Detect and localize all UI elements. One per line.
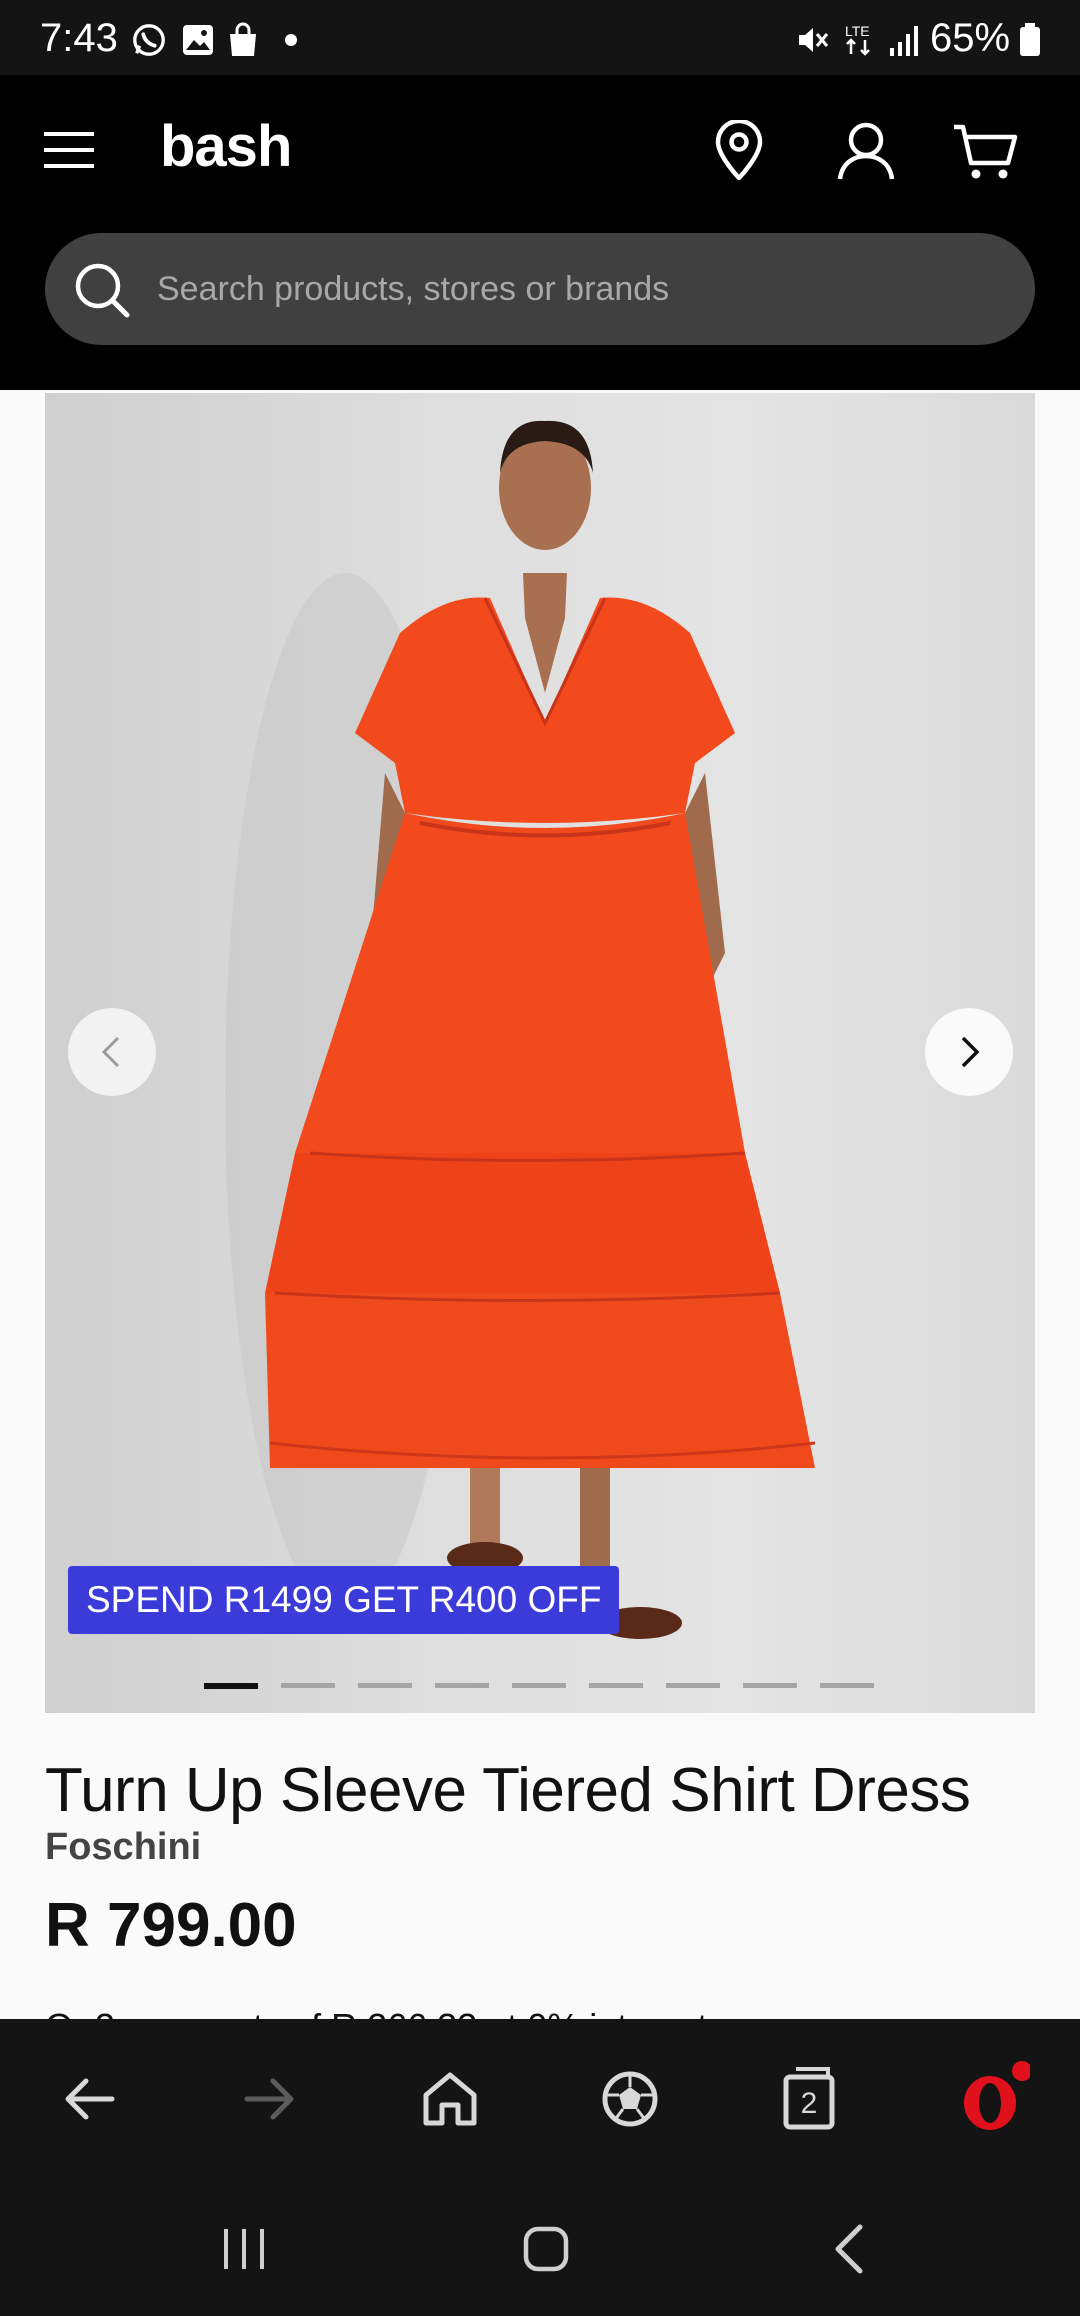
lte-icon: LTE bbox=[845, 23, 870, 56]
gallery-icon bbox=[183, 25, 213, 55]
next-image-button[interactable] bbox=[925, 1008, 1013, 1096]
status-time: 7:43 bbox=[40, 16, 118, 60]
svg-text:LTE: LTE bbox=[845, 23, 870, 39]
menu-icon[interactable] bbox=[44, 130, 94, 170]
status-bar: 7:43 LTE 65% bbox=[0, 0, 1080, 75]
home-icon[interactable] bbox=[410, 2059, 490, 2139]
product-price: R 799.00 bbox=[45, 1891, 297, 1960]
back-arrow-icon[interactable] bbox=[50, 2059, 130, 2139]
search-icon bbox=[75, 263, 130, 318]
carousel-dot[interactable] bbox=[435, 1683, 489, 1688]
recent-apps-icon[interactable] bbox=[204, 2209, 284, 2289]
tabs-button[interactable]: 2 bbox=[770, 2059, 850, 2139]
opera-menu-icon[interactable] bbox=[950, 2059, 1030, 2139]
search-input[interactable] bbox=[157, 233, 1017, 345]
mute-icon bbox=[799, 28, 829, 52]
chevron-right-icon bbox=[961, 1036, 980, 1068]
battery-percentage: 65% bbox=[930, 16, 1011, 60]
search-bar[interactable] bbox=[45, 233, 1035, 345]
location-pin-icon[interactable] bbox=[712, 120, 766, 182]
forward-arrow-icon[interactable] bbox=[229, 2059, 309, 2139]
carousel-dot[interactable] bbox=[281, 1683, 335, 1688]
site-header: bash bbox=[0, 75, 1080, 390]
system-back-icon[interactable] bbox=[810, 2209, 890, 2289]
home-button-icon[interactable] bbox=[506, 2209, 586, 2289]
carousel-dot[interactable] bbox=[666, 1683, 720, 1688]
product-photo bbox=[225, 420, 816, 1639]
speed-dial-icon[interactable] bbox=[590, 2059, 670, 2139]
carousel-dot[interactable] bbox=[204, 1683, 258, 1689]
tab-count: 2 bbox=[800, 2087, 818, 2120]
notification-dot-icon bbox=[285, 34, 297, 46]
carousel-dot[interactable] bbox=[820, 1683, 874, 1688]
carousel-dot[interactable] bbox=[512, 1683, 566, 1688]
bash-logo[interactable]: bash bbox=[160, 113, 292, 180]
battery-icon bbox=[1020, 23, 1040, 56]
product-brand[interactable]: Foschini bbox=[45, 1826, 201, 1869]
system-navigation-bar bbox=[0, 2179, 1080, 2316]
previous-image-button[interactable] bbox=[68, 1008, 156, 1096]
account-icon[interactable] bbox=[836, 121, 896, 181]
installment-info: Or 3 payments of R 266.33 at 0% interest bbox=[45, 2006, 707, 2020]
product-image-carousel[interactable]: SPEND R1499 GET R400 OFF bbox=[45, 393, 1035, 1713]
carousel-dot[interactable] bbox=[589, 1683, 643, 1688]
shopping-bag-icon bbox=[230, 22, 256, 56]
carousel-dot[interactable] bbox=[743, 1683, 797, 1688]
carousel-dot[interactable] bbox=[358, 1683, 412, 1688]
signal-icon bbox=[890, 26, 918, 56]
promo-badge[interactable]: SPEND R1499 GET R400 OFF bbox=[68, 1566, 620, 1634]
browser-toolbar: 2 bbox=[0, 2019, 1080, 2179]
product-title: Turn Up Sleeve Tiered Shirt Dress bbox=[45, 1756, 971, 1825]
whatsapp-icon bbox=[133, 24, 165, 56]
cart-icon[interactable] bbox=[952, 123, 1018, 181]
chevron-left-icon bbox=[101, 1036, 120, 1068]
